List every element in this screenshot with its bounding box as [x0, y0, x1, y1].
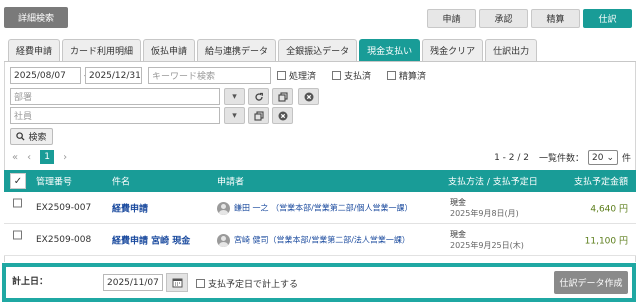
employee-copy-button[interactable] [248, 107, 269, 124]
current-page[interactable]: 1 [40, 150, 55, 164]
row-payment: 現金 2025年9月25日(木) [450, 229, 524, 251]
row-payment-date: 2025年9月25日(木) [450, 241, 524, 250]
nav-journal[interactable]: 仕訳 [583, 9, 632, 28]
search-button[interactable]: 検索 [10, 128, 53, 145]
prev-page-button[interactable]: ‹ [27, 152, 31, 163]
tab-advance-request[interactable]: 仮払申請 [143, 39, 196, 61]
search-label: 検索 [28, 133, 47, 143]
date-to-input[interactable]: 2025/12/31 [85, 67, 142, 84]
tab-payroll-data[interactable]: 給与連携データ [197, 39, 277, 61]
journal-action-bar: 計上日： 2025/11/07 支払予定日で計上する 仕訳データ作成 [2, 263, 636, 302]
checkbox-box[interactable] [332, 71, 341, 80]
avatar [217, 202, 230, 215]
tab-zengin-transfer[interactable]: 全銀振込データ [278, 39, 358, 61]
row-payment-method: 現金 [450, 230, 466, 239]
row-payment: 現金 2025年9月8日(月) [450, 197, 519, 219]
column-applicant[interactable]: 申請者 [217, 175, 244, 188]
tab-balance-clear[interactable]: 残金クリア [422, 39, 484, 61]
clear-icon [304, 92, 313, 101]
column-subject[interactable]: 件名 [112, 175, 130, 188]
column-payment[interactable]: 支払方法 / 支払予定日 [448, 175, 538, 188]
per-page-label: 一覧件数： [538, 154, 584, 164]
nav-apply[interactable]: 申請 [427, 9, 476, 28]
department-clear-button[interactable] [298, 88, 319, 105]
employee-dropdown-button[interactable]: ▾ [224, 107, 245, 124]
row-id: EX2509-007 [36, 202, 92, 213]
employee-input[interactable]: 社員 [10, 107, 220, 124]
row-applicant[interactable]: 鎌田 一之 （営業本部/営業第二部/個人営業一課） [234, 202, 412, 213]
department-input[interactable]: 部署 [10, 88, 220, 105]
employee-clear-button[interactable] [272, 107, 293, 124]
per-page-select[interactable]: 20 ⌄ [587, 150, 618, 165]
table-row[interactable]: EX2509-007 経費申請 鎌田 一之 （営業本部/営業第二部/個人営業一課… [4, 192, 636, 224]
table-header: ✓ 管理番号 件名 申請者 支払方法 / 支払予定日 支払予定金額 [4, 170, 636, 192]
checkbox-box[interactable] [277, 71, 286, 80]
row-subject-link[interactable]: 経費申請 [112, 201, 148, 214]
row-checkbox[interactable] [13, 198, 22, 208]
top-navigation: 申請 承認 精算 仕訳 [427, 9, 632, 28]
row-amount: 11,100 円 [584, 236, 628, 246]
calendar-button[interactable] [166, 273, 188, 292]
per-page-value: 20 [591, 152, 604, 163]
posting-date-input[interactable]: 2025/11/07 [103, 274, 163, 291]
keyword-search-input[interactable]: キーワード検索 [148, 67, 271, 84]
processed-checkbox[interactable]: 処理済 [277, 69, 316, 82]
settled-label: 精算済 [399, 72, 427, 82]
nav-settle[interactable]: 精算 [531, 9, 580, 28]
department-refresh-button[interactable] [248, 88, 269, 105]
table-row[interactable]: EX2509-008 経費申請 宮崎 現金 宮崎 健司（営業本部/営業第二部/法… [4, 224, 636, 256]
checkbox-box[interactable] [387, 71, 396, 80]
department-copy-button[interactable] [272, 88, 293, 105]
per-page-unit: 件 [621, 154, 631, 164]
tab-expense-request[interactable]: 経費申請 [8, 39, 61, 61]
copy-icon [253, 110, 264, 121]
tab-journal-output[interactable]: 仕訳出力 [485, 39, 538, 61]
row-payment-date: 2025年9月8日(月) [450, 209, 519, 218]
next-page-button[interactable]: › [63, 152, 67, 163]
caret-down-icon: ▾ [232, 91, 237, 102]
row-payment-method: 現金 [450, 198, 466, 207]
use-scheduled-date-label: 支払予定日で計上する [208, 280, 299, 290]
checkbox-box[interactable] [196, 279, 205, 288]
tab-card-statement[interactable]: カード利用明細 [62, 39, 142, 61]
row-subject-link[interactable]: 経費申請 宮崎 現金 [112, 233, 190, 246]
first-page-button[interactable]: « [12, 152, 18, 163]
create-journal-button[interactable]: 仕訳データ作成 [554, 271, 628, 294]
row-amount: 4,640 円 [590, 204, 628, 214]
column-amount[interactable]: 支払予定金額 [574, 175, 628, 188]
chevron-down-icon: ⌄ [606, 152, 614, 163]
posting-date-label: 計上日： [12, 277, 49, 287]
search-icon [16, 132, 26, 141]
refresh-icon [254, 92, 263, 101]
pagination: « ‹ 1 › [12, 150, 67, 164]
paid-label: 支払済 [344, 72, 372, 82]
use-scheduled-date-checkbox[interactable]: 支払予定日で計上する [196, 277, 298, 290]
caret-down-icon: ▾ [232, 110, 237, 121]
row-applicant[interactable]: 宮崎 健司（営業本部/営業第二部/法人営業一課） [234, 234, 410, 245]
department-dropdown-button[interactable]: ▾ [224, 88, 245, 105]
tab-cash-payment[interactable]: 現金支払い [359, 39, 421, 61]
paid-checkbox[interactable]: 支払済 [332, 69, 371, 82]
row-id: EX2509-008 [36, 234, 92, 245]
select-all-checkbox[interactable]: ✓ [10, 173, 26, 189]
avatar [217, 234, 230, 247]
row-checkbox[interactable] [13, 230, 22, 240]
tab-bar: 経費申請 カード利用明細 仮払申請 給与連携データ 全銀振込データ 現金支払い … [8, 39, 538, 61]
processed-label: 処理済 [289, 72, 317, 82]
column-id[interactable]: 管理番号 [36, 175, 72, 188]
list-info: 1 - 2 / 2 一覧件数： 20 ⌄ 件 [494, 150, 631, 165]
clear-icon [278, 111, 287, 120]
calendar-icon [172, 278, 182, 288]
settled-checkbox[interactable]: 精算済 [387, 69, 426, 82]
result-range: 1 - 2 / 2 [494, 152, 529, 163]
date-from-input[interactable]: 2025/08/07 [10, 67, 81, 84]
copy-icon [277, 91, 288, 102]
nav-approve[interactable]: 承認 [479, 9, 528, 28]
detail-search-button[interactable]: 詳細検索 [4, 7, 68, 28]
